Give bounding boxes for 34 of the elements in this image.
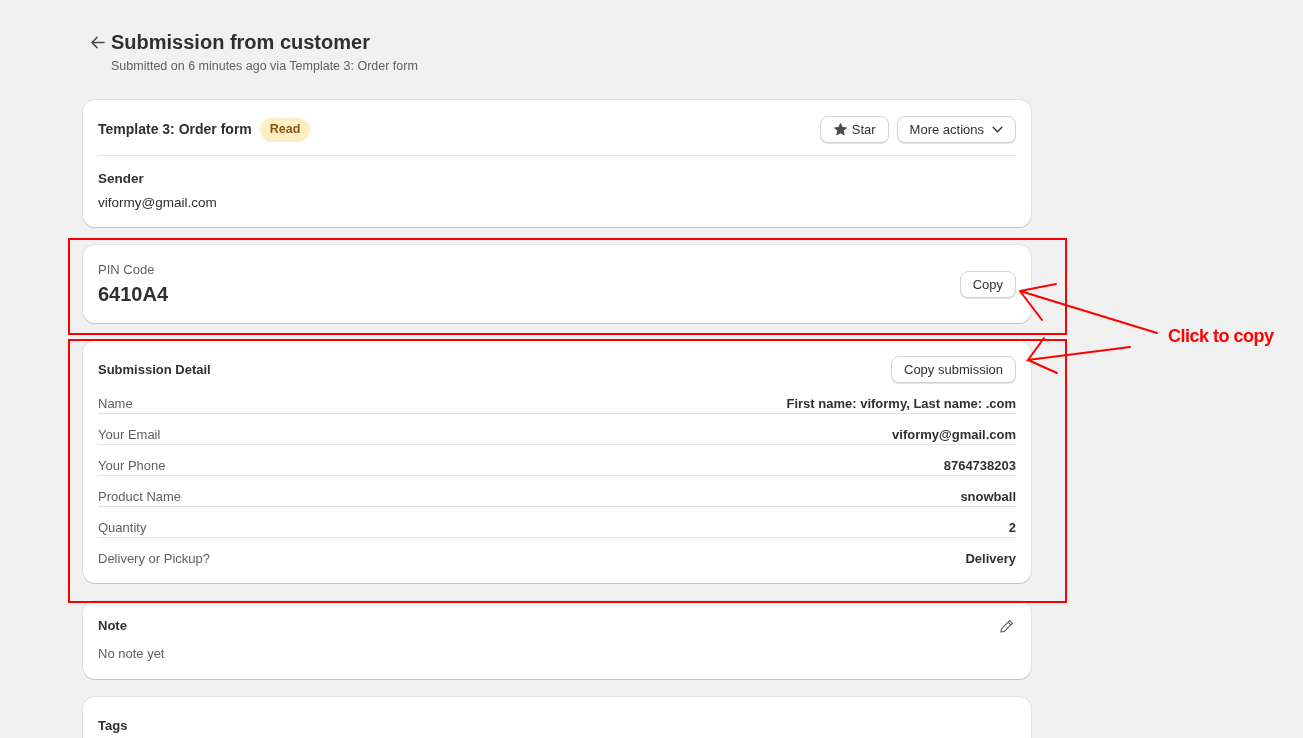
field-value: viformy@gmail.com	[892, 426, 1016, 444]
star-button[interactable]: Star	[819, 116, 889, 143]
pin-label: PIN Code	[98, 261, 156, 279]
note-text: No note yet	[98, 645, 166, 663]
field-label: Your Email	[98, 426, 161, 444]
tags-title: Tags	[98, 718, 128, 733]
field-label: Quantity	[98, 519, 147, 537]
chevron-down-icon	[992, 126, 1003, 133]
edit-button[interactable]	[998, 617, 1016, 635]
sender-label: Sender	[98, 170, 145, 188]
field-label: Your Phone	[98, 457, 166, 475]
pin-value: 6410A4	[98, 282, 169, 307]
field-value: 8764738203	[943, 457, 1016, 475]
sender-email: viformy@gmail.com	[98, 194, 218, 212]
field-label: Product Name	[98, 488, 182, 506]
page-subtitle: Submitted on 6 minutes ago via Template 3: Order form	[111, 58, 418, 75]
more-actions-button[interactable]: More actions	[896, 116, 1016, 143]
star-icon	[832, 122, 848, 137]
note-title: Note	[98, 617, 127, 635]
section-title: Submission Detail	[98, 360, 211, 379]
form-title: Template 3: Order form	[98, 120, 252, 139]
field-label: Delivery or Pickup?	[98, 550, 210, 568]
field-value: First name: viformy, Last name: .com	[786, 395, 1016, 413]
field-label: Name	[98, 395, 133, 413]
status-badge: Read	[259, 117, 311, 142]
field-value: snowball	[960, 488, 1016, 506]
field-value: 2	[1008, 519, 1016, 537]
annotation-text: Click to copy	[1168, 325, 1274, 348]
page-title: Submission from customer	[111, 30, 371, 55]
pencil-icon	[1000, 619, 1014, 633]
copy-submission-button[interactable]: Copy submission	[891, 356, 1016, 383]
arrow-left-icon	[89, 35, 105, 49]
copy-button[interactable]: Copy	[959, 271, 1016, 298]
field-value: Delivery	[965, 550, 1016, 568]
